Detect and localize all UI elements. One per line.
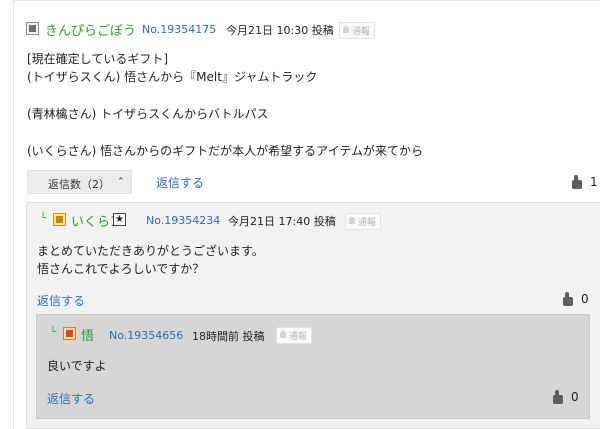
report-button[interactable]: 通報 <box>345 213 382 230</box>
report-label: 通報 <box>358 218 377 228</box>
reply-corner-icon: └ <box>40 213 47 224</box>
like-count: 0 <box>581 292 589 306</box>
thumbs-up-icon[interactable] <box>560 292 574 306</box>
reply-username[interactable]: 悟 <box>81 325 94 344</box>
reply-timestamp: 今月21日 17:40 投稿 <box>228 215 336 228</box>
like-count: 0 <box>571 390 579 404</box>
post-body-line: (青林檎さん) トイザらスくんからバトルパス <box>27 107 269 121</box>
post-number[interactable]: No.19354175 <box>142 23 216 36</box>
reply-link[interactable]: 返信する <box>47 390 95 407</box>
reply-count-label: 返信数（2） <box>48 178 110 191</box>
post-username[interactable]: きんぴらごぼう <box>45 20 136 39</box>
post-body-line: (トイザらスくん) 悟さんから『Melt』ジャムトラック <box>27 70 318 84</box>
reply-post-number[interactable]: No.19354234 <box>146 214 220 227</box>
reply-link[interactable]: 返信する <box>156 174 204 191</box>
reply-body-line: まとめていただきありがとうございます。 <box>37 244 264 258</box>
report-button[interactable]: 通報 <box>276 327 313 344</box>
reply-link[interactable]: 返信する <box>37 292 85 309</box>
reply-username[interactable]: いくら1 <box>71 211 118 230</box>
thumbs-up-icon[interactable] <box>569 175 583 189</box>
reply-body-line: 良いですよ <box>47 359 107 373</box>
thread-top-border <box>13 0 600 1</box>
thread-left-border <box>13 0 14 429</box>
avatar-icon <box>26 22 39 35</box>
report-button[interactable]: 通報 <box>339 22 376 39</box>
reply-corner-icon: └ <box>50 327 57 338</box>
report-label: 通報 <box>352 27 371 37</box>
bell-icon <box>349 217 355 224</box>
bell-icon <box>280 331 286 338</box>
avatar-icon <box>53 213 66 226</box>
reply-post-number[interactable]: No.19354656 <box>109 329 183 342</box>
reply-count-toggle[interactable]: 返信数（2） ⌃ <box>27 170 132 194</box>
post-body-line: [現在確定しているギフト] <box>27 52 169 66</box>
star-badge-icon: ★ <box>113 213 126 226</box>
post-body-line: (いくらさん) 悟さんからのギフトだが本人が希望するアイテムが来てから <box>27 144 423 158</box>
reply-body-line: 悟さんこれでよろしいですか？ <box>37 262 205 276</box>
like-count: 1 <box>590 175 598 189</box>
chevron-up-icon: ⌃ <box>117 177 125 187</box>
bell-icon <box>343 26 349 33</box>
reply-timestamp: 18時間前 投稿 <box>192 330 265 343</box>
avatar-icon <box>63 327 76 340</box>
thumbs-up-icon[interactable] <box>550 390 564 404</box>
post-timestamp: 今月21日 10:30 投稿 <box>226 24 334 37</box>
report-label: 通報 <box>289 332 308 342</box>
